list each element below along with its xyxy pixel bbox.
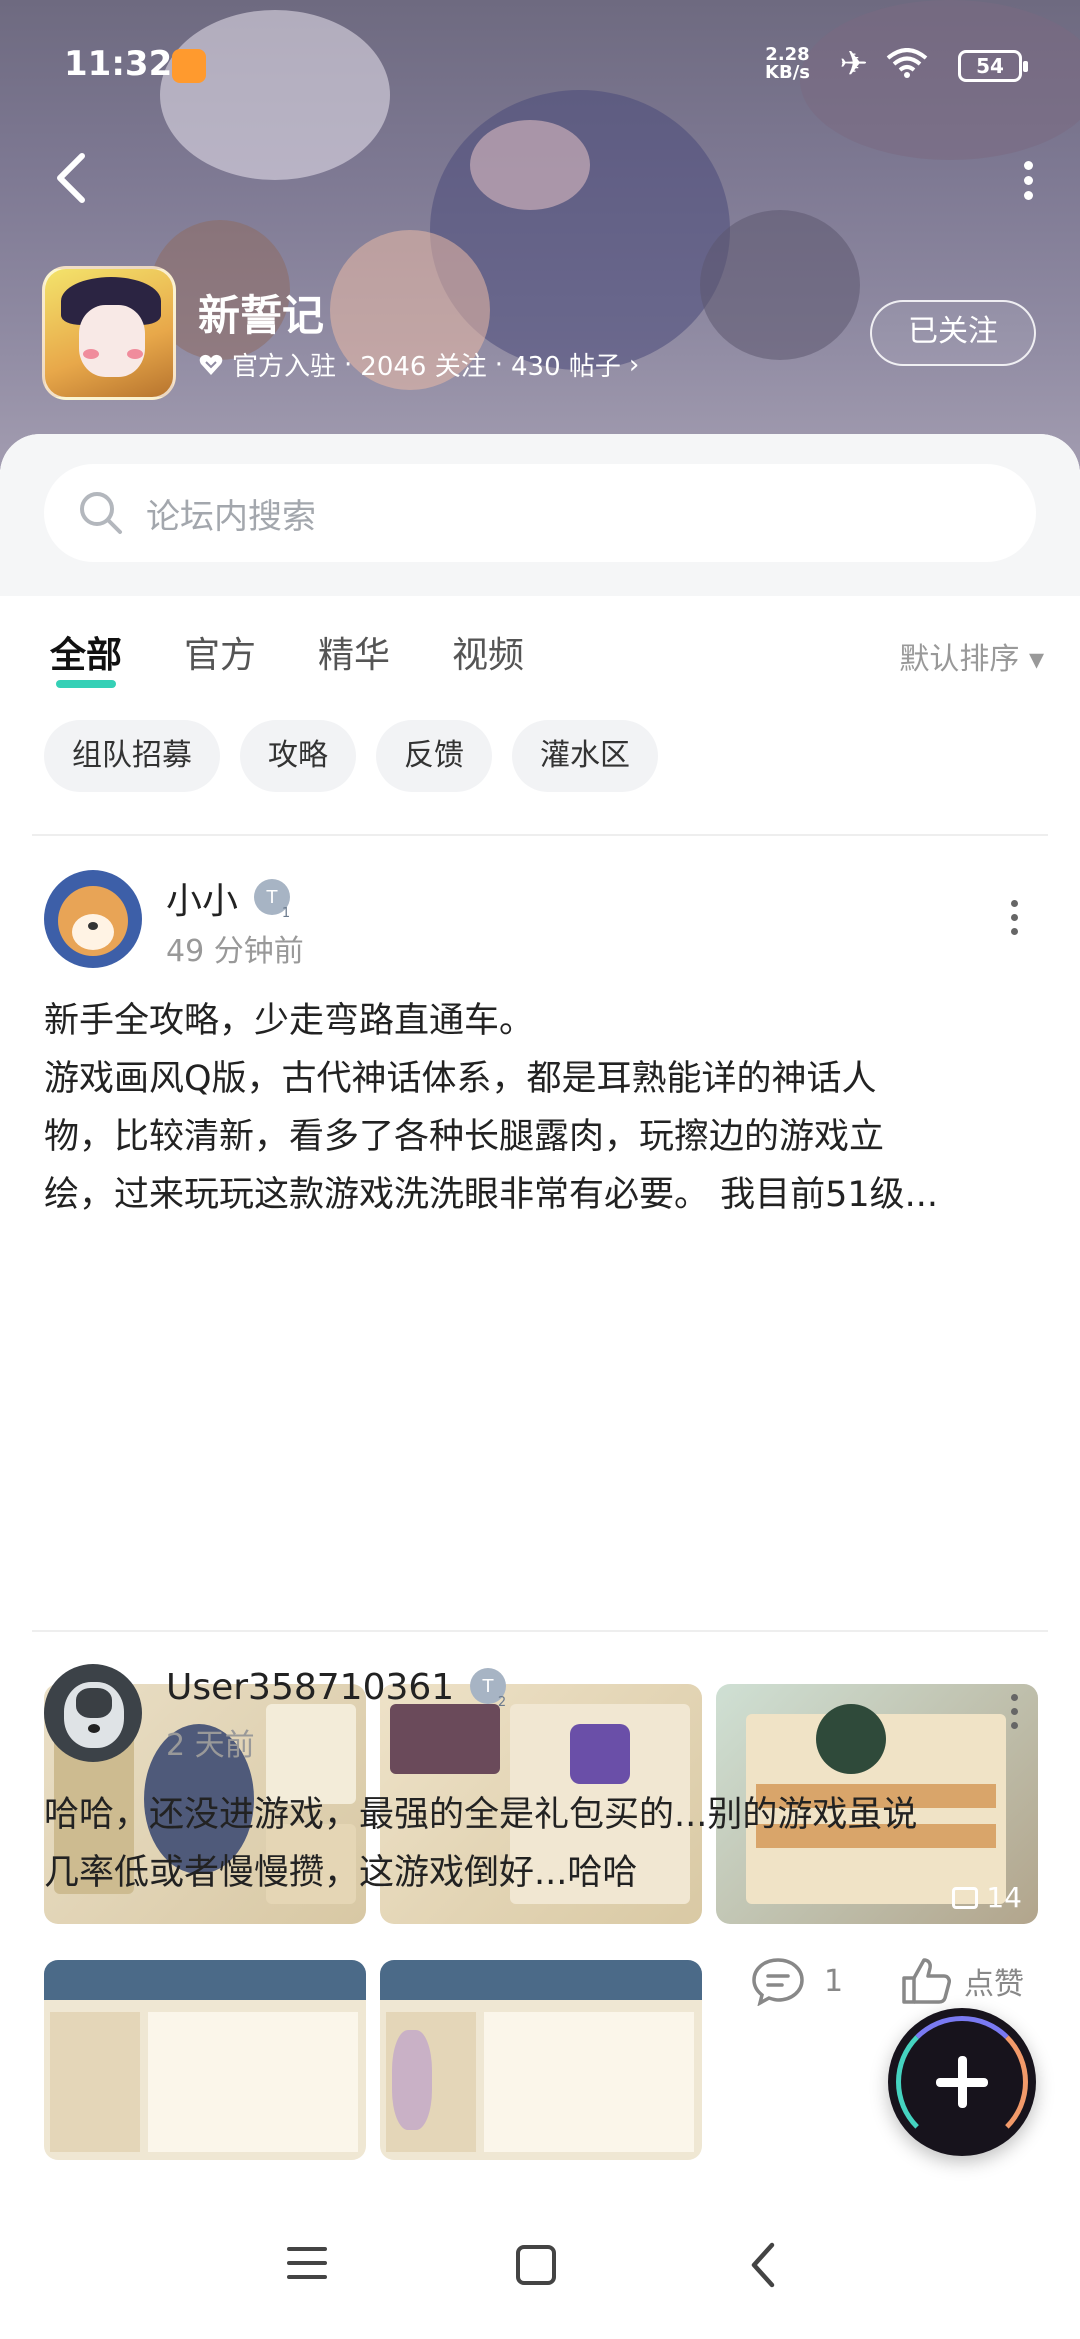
topic-chips: 组队招募 攻略 反馈 灌水区 [44,720,658,792]
stats-separator: · [494,349,503,380]
post-time: 2 天前 [166,1728,255,1763]
post-line: 绘，过来玩玩这款游戏洗洗眼非常有必要。 我目前51级... [44,1175,939,1215]
caret-down-icon: ▾ [1028,642,1044,677]
tab-video[interactable]: 视频 [452,626,524,694]
chip-feedback[interactable]: 反馈 [376,720,492,792]
search-input[interactable]: 论坛内搜索 [44,464,1036,562]
follower-count: 2046 关注 [360,352,487,382]
sort-dropdown[interactable]: 默认排序 ▾ [899,634,1044,678]
avatar[interactable] [44,1664,142,1762]
post-count: 430 帖子 [510,352,621,382]
post-line: 游戏画风Q版，古代神话体系，都是耳熟能详的神话人 [44,1059,877,1099]
more-icon[interactable] [1016,158,1040,200]
post-images [44,1960,702,2160]
post-line: 哈哈，还没进游戏，最强的全是礼包买的...别的游戏虽说 [44,1795,918,1835]
tab-featured[interactable]: 精华 [318,626,390,694]
more-icon[interactable] [1008,1694,1020,1734]
author-name: User358710361 [166,1666,455,1708]
status-bar: 11:32 2.28 KB/s ✈ 54 [64,44,1040,94]
tab-all[interactable]: 全部 [50,626,122,694]
svg-text:T: T [266,887,279,908]
banner-art [160,10,390,180]
back-icon[interactable] [52,150,92,206]
forum-header-banner: 11:32 2.28 KB/s ✈ 54 新誓记 官方入驻 · 2046 关注 [0,0,1080,470]
divider [32,1630,1048,1632]
sort-label: 默认排序 [899,642,1020,677]
status-time: 11:32 [64,44,173,84]
banner-art [700,210,860,360]
post-line: 物，比较清新，看多了各种长腿露肉，玩擦边的游戏立 [44,1117,885,1157]
chevron-right-icon: › [628,349,640,380]
comment-icon [752,1958,804,2006]
post-image[interactable] [380,1960,702,2160]
wifi-icon [886,48,928,78]
airplane-mode-icon: ✈ [839,44,869,84]
level-badge-icon: T 2 [470,1668,506,1708]
divider [32,834,1048,836]
create-post-button[interactable] [888,2008,1036,2156]
verified-label: 官方入驻 [232,352,337,382]
post-body[interactable]: 新手全攻略，少走弯路直通车。 游戏画风Q版，古代神话体系，都是耳熟能详的神话人 … [44,992,1040,1224]
battery-indicator: 54 [958,50,1028,82]
forum-stats[interactable]: 官方入驻 · 2046 关注 · 430 帖子 › [198,346,639,383]
forum-avatar[interactable] [42,266,176,400]
search-icon [80,492,122,534]
category-tabs: 全部 官方 精华 视频 [50,626,524,694]
avatar[interactable] [44,870,142,968]
system-navigation-bar [0,2189,1080,2339]
search-area: 论坛内搜索 [0,434,1080,596]
like-button[interactable]: 点赞 [900,1956,1024,2006]
post-body[interactable]: 哈哈，还没进游戏，最强的全是礼包买的...别的游戏虽说 几率低或者慢慢攒，这游戏… [44,1786,1040,1902]
follow-button[interactable]: 已关注 [870,300,1036,366]
forum-title: 新誓记 [198,291,325,340]
post-author[interactable]: User358710361 T 2 [166,1666,510,1709]
app-notification-icon [172,49,206,83]
post-author[interactable]: 小小 T 1 [166,872,294,924]
svg-text:T: T [482,1676,495,1697]
back-icon[interactable] [748,2241,778,2289]
tab-official[interactable]: 官方 [184,626,256,694]
chip-guide[interactable]: 攻略 [240,720,356,792]
plus-icon [958,2056,967,2108]
stats-separator: · [344,349,353,380]
post-time: 49 分钟前 [166,934,304,969]
network-speed-unit: KB/s [765,62,810,83]
comment-button[interactable]: 1 [750,1956,843,2006]
post-image[interactable] [44,1960,366,2160]
level-number: 2 [498,1695,506,1708]
network-speed: 2.28 KB/s [765,46,810,82]
chip-team-recruit[interactable]: 组队招募 [44,720,220,792]
comment-count: 1 [824,1963,844,1999]
like-icon [902,1958,951,2004]
home-icon[interactable] [516,2245,556,2285]
like-label: 点赞 [964,1967,1024,2002]
level-number: 1 [282,906,290,919]
banner-art [470,120,590,210]
chip-off-topic[interactable]: 灌水区 [512,720,658,792]
menu-icon[interactable] [287,2247,327,2281]
level-badge-icon: T 1 [254,879,290,919]
more-icon[interactable] [1008,900,1020,940]
search-placeholder: 论坛内搜索 [146,496,316,537]
post-line: 几率低或者慢慢攒，这游戏倒好...哈哈 [44,1853,638,1893]
post-title: 新手全攻略，少走弯路直通车。 [44,1001,535,1041]
heart-icon [199,354,223,375]
author-name: 小小 [166,881,239,922]
